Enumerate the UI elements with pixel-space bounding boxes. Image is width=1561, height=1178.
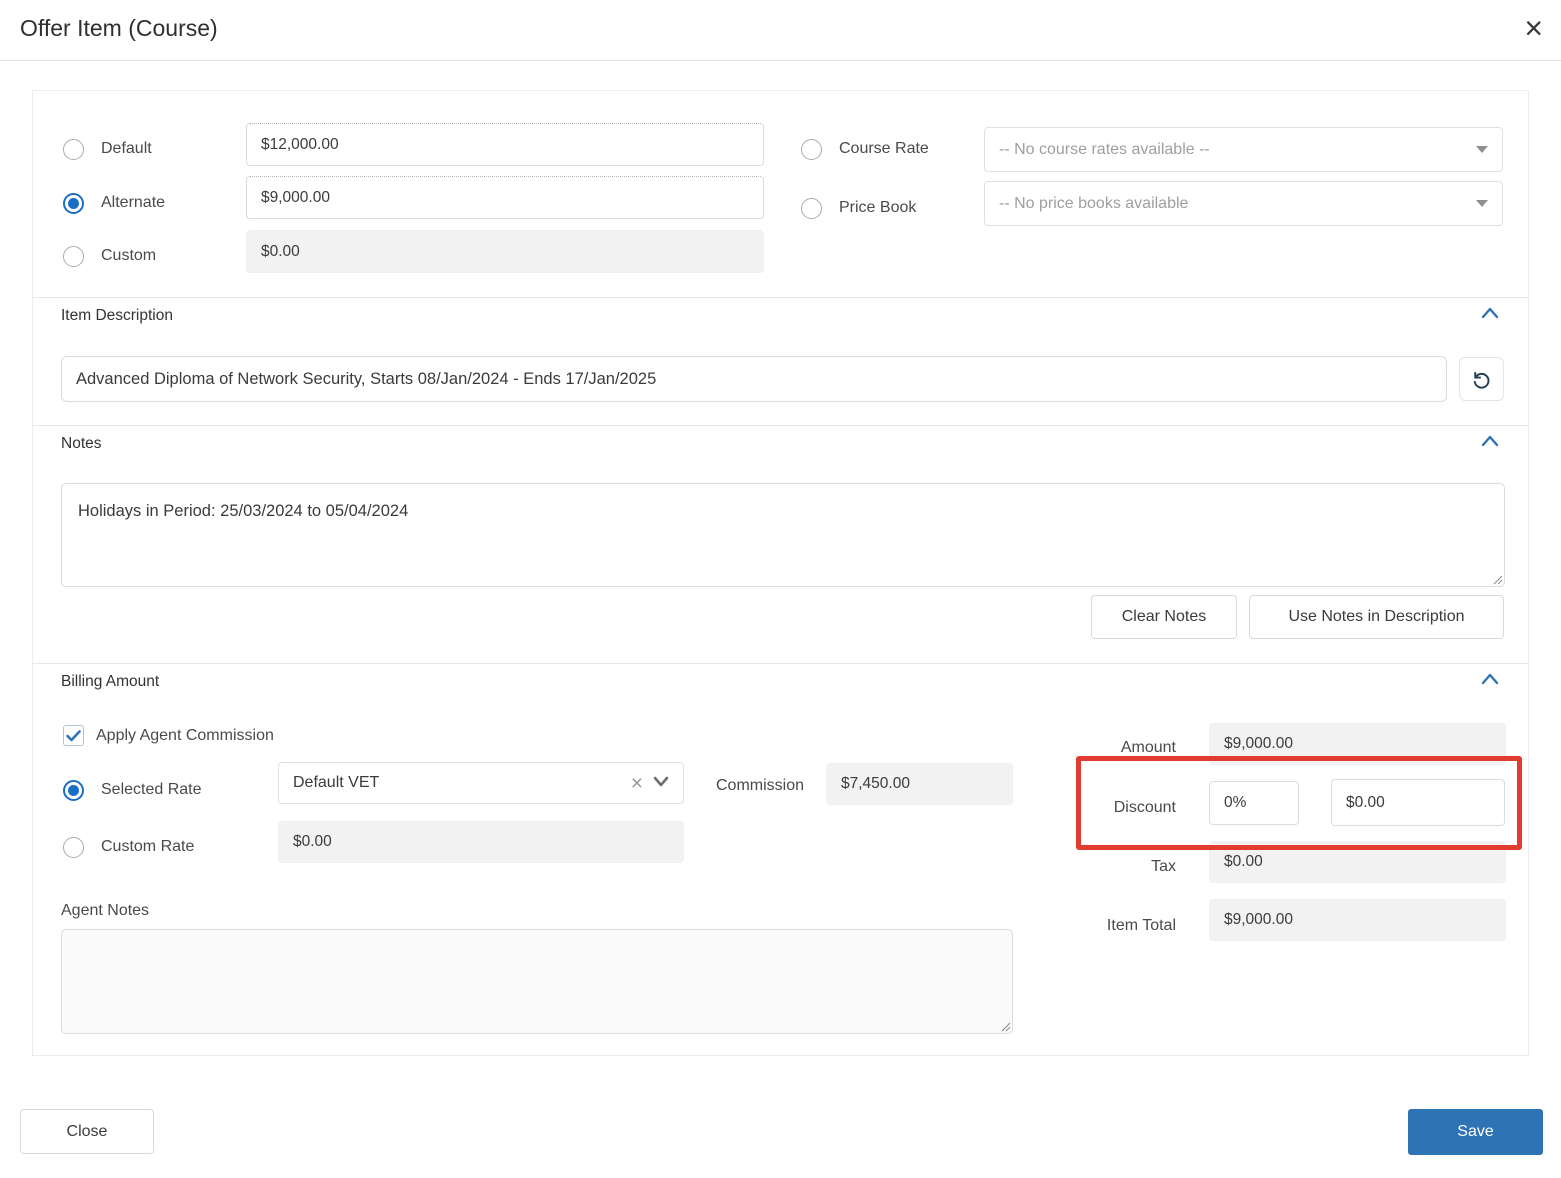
chevron-up-icon[interactable] (1480, 306, 1500, 325)
default-rate-input[interactable] (246, 123, 764, 166)
commission-input (826, 763, 1013, 805)
clear-notes-label: Clear Notes (1122, 608, 1206, 626)
history-icon (1470, 368, 1493, 391)
rate-option-default-label: Default (101, 140, 152, 158)
billing-amount-title: Billing Amount (61, 673, 1480, 691)
radio-checked-icon (63, 193, 84, 214)
clear-selection-icon[interactable]: × (631, 773, 643, 794)
restore-description-button[interactable] (1459, 357, 1504, 401)
save-button-label: Save (1457, 1123, 1493, 1141)
discount-percent-input[interactable] (1209, 781, 1299, 825)
price-book-select[interactable]: -- No price books available (984, 181, 1503, 226)
close-icon[interactable]: × (1524, 8, 1543, 48)
clear-notes-button[interactable]: Clear Notes (1091, 595, 1237, 639)
rate-option-alternate-label: Alternate (101, 194, 165, 212)
tax-input (1209, 841, 1506, 883)
alternate-rate-input[interactable] (246, 176, 764, 219)
offer-item-modal: Offer Item (Course) × Default Alternate … (0, 0, 1561, 1178)
custom-rate-radio[interactable]: Custom Rate (63, 835, 194, 859)
amount-label: Amount (1076, 739, 1176, 757)
selected-rate-label: Selected Rate (101, 781, 202, 799)
rate-option-course-rate[interactable]: Course Rate (801, 137, 929, 161)
chevron-up-icon[interactable] (1480, 434, 1500, 453)
custom-rate-label: Custom Rate (101, 838, 194, 856)
discount-label: Discount (1076, 799, 1176, 817)
course-rate-label: Course Rate (839, 140, 929, 158)
use-notes-label: Use Notes in Description (1288, 608, 1464, 626)
agent-rate-value: Default VET (293, 774, 631, 792)
notes-textarea[interactable]: Holidays in Period: 25/03/2024 to 05/04/… (61, 483, 1505, 587)
agent-notes-textarea[interactable] (61, 929, 1013, 1034)
radio-icon (801, 139, 822, 160)
rate-option-alternate[interactable]: Alternate (63, 191, 165, 215)
amount-input (1209, 723, 1506, 765)
price-book-label: Price Book (839, 199, 916, 217)
chevron-down-icon (1476, 146, 1488, 153)
rate-option-default[interactable]: Default (63, 137, 152, 161)
agent-rate-select[interactable]: Default VET × (278, 762, 684, 804)
commission-label: Commission (716, 777, 804, 795)
rate-option-custom-label: Custom (101, 247, 156, 265)
discount-amount-input[interactable] (1331, 779, 1505, 826)
radio-icon (801, 198, 822, 219)
item-total-input (1209, 899, 1506, 941)
tax-label: Tax (1076, 858, 1176, 876)
modal-header: Offer Item (Course) × (0, 0, 1561, 61)
price-book-placeholder: -- No price books available (999, 195, 1476, 213)
rate-option-custom[interactable]: Custom (63, 244, 156, 268)
radio-checked-icon (63, 780, 84, 801)
item-description-title: Item Description (61, 307, 1480, 325)
item-description-header: Item Description (33, 297, 1528, 333)
apply-agent-commission-label: Apply Agent Commission (96, 727, 274, 745)
custom-rate-input (246, 230, 764, 273)
save-button[interactable]: Save (1408, 1109, 1543, 1155)
radio-icon (63, 837, 84, 858)
radio-icon (63, 246, 84, 267)
billing-amount-header: Billing Amount (33, 663, 1528, 699)
selected-rate-radio[interactable]: Selected Rate (63, 778, 202, 802)
course-rate-select[interactable]: -- No course rates available -- (984, 127, 1503, 172)
agent-notes-label: Agent Notes (61, 902, 149, 920)
chevron-down-icon (1476, 200, 1488, 207)
apply-agent-commission-checkbox[interactable]: Apply Agent Commission (63, 725, 274, 746)
item-total-label: Item Total (1076, 917, 1176, 935)
item-description-input[interactable] (61, 356, 1447, 402)
notes-header: Notes (33, 425, 1528, 461)
course-rate-placeholder: -- No course rates available -- (999, 141, 1476, 159)
checkbox-checked-icon (63, 725, 84, 746)
chevron-up-icon[interactable] (1480, 672, 1500, 691)
notes-title: Notes (61, 435, 1480, 453)
close-button[interactable]: Close (20, 1109, 154, 1154)
custom-rate-amount-input (278, 821, 684, 863)
chevron-down-icon (653, 774, 669, 792)
form-panel: Default Alternate Custom Course Rate -- … (32, 90, 1529, 1056)
use-notes-in-description-button[interactable]: Use Notes in Description (1249, 595, 1504, 639)
radio-icon (63, 139, 84, 160)
rate-option-price-book[interactable]: Price Book (801, 196, 916, 220)
close-button-label: Close (67, 1123, 108, 1141)
page-title: Offer Item (Course) (20, 15, 218, 42)
